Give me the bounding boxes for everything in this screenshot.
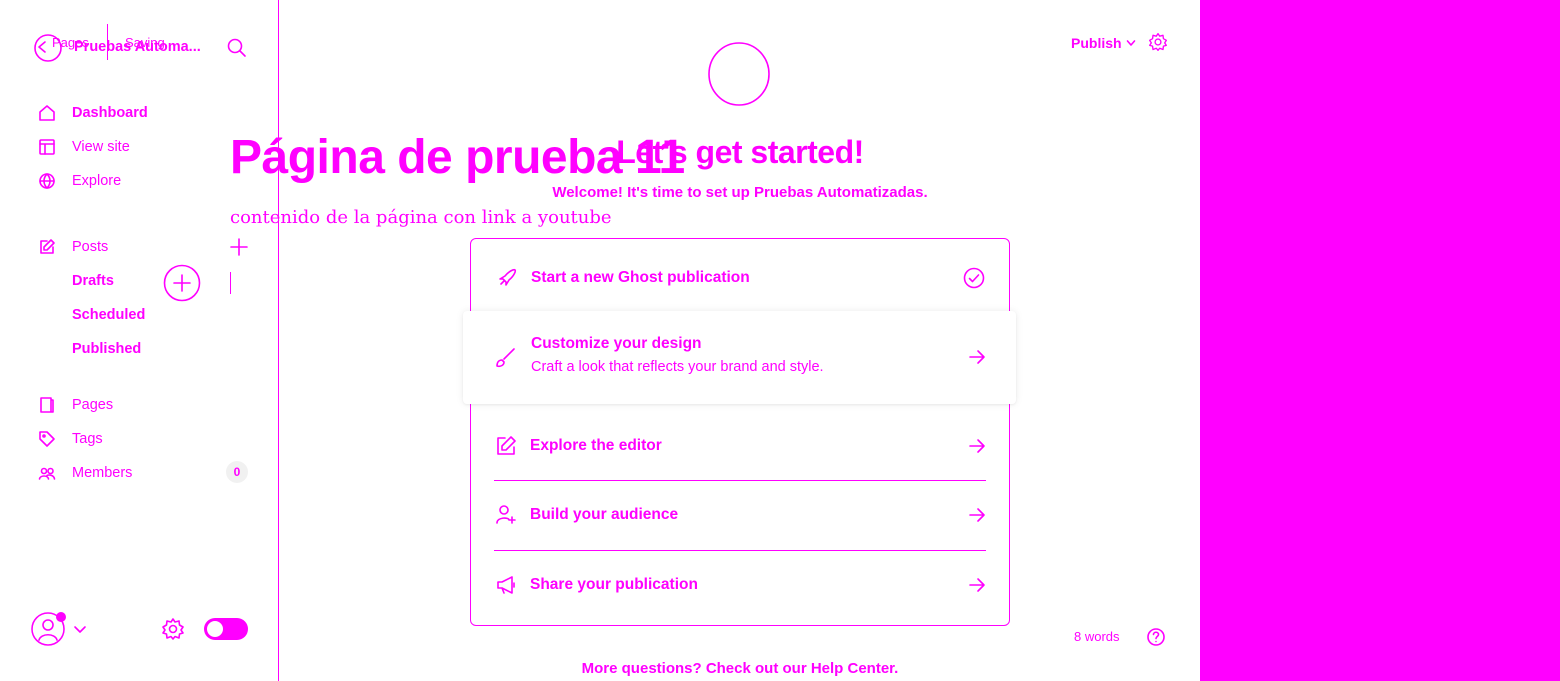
- step-customize-design[interactable]: Customize your design Craft a look that …: [463, 311, 1016, 404]
- tag-icon: [38, 430, 56, 448]
- arrow-right-icon: [968, 506, 986, 524]
- page-icon: [38, 396, 56, 414]
- step-title: Build your audience: [530, 506, 679, 523]
- onboarding-steps-lower: Explore the editor Build your audience S…: [470, 404, 1010, 624]
- onboarding-subtitle: Welcome! It's time to set up Pruebas Aut…: [552, 184, 928, 201]
- step-separator: [494, 480, 986, 481]
- chevron-down-icon: [1126, 38, 1136, 48]
- sidebar-subitem-scheduled[interactable]: Scheduled: [72, 307, 145, 323]
- sidebar-item-label: Dashboard: [72, 105, 148, 121]
- user-add-icon: [494, 504, 518, 526]
- step-separator: [494, 550, 986, 551]
- step-title: Share your publication: [530, 576, 698, 593]
- megaphone-icon: [494, 574, 518, 596]
- search-icon[interactable]: [226, 37, 248, 59]
- chevron-down-icon[interactable]: [73, 622, 87, 636]
- step-share-publication[interactable]: Share your publication: [494, 573, 986, 597]
- edit-icon: [494, 435, 518, 457]
- back-arrow-icon[interactable]: [36, 40, 50, 54]
- text-cursor: [230, 272, 231, 294]
- publish-button[interactable]: Publish: [1071, 35, 1136, 51]
- sidebar-subitem-published[interactable]: Published: [72, 341, 141, 357]
- step-description: Craft a look that reflects your brand an…: [531, 359, 824, 375]
- site-title[interactable]: Pruebas Automa...: [74, 39, 201, 55]
- help-icon[interactable]: [1146, 627, 1166, 647]
- sidebar-item-label: Tags: [72, 431, 103, 447]
- step-title: Customize your design: [531, 335, 702, 352]
- word-count: 8 words: [1074, 629, 1120, 644]
- step-explore-editor[interactable]: Explore the editor: [494, 434, 986, 458]
- rocket-icon: [495, 267, 519, 289]
- settings-gear-icon[interactable]: [161, 617, 185, 641]
- settings-gear-icon[interactable]: [1148, 32, 1168, 52]
- sidebar-item-posts[interactable]: Posts: [38, 236, 108, 258]
- arrow-right-icon: [968, 437, 986, 455]
- page-body-text[interactable]: contenido de la página con link a youtub…: [230, 207, 612, 228]
- sidebar-divider: [278, 0, 279, 681]
- step-start-publication[interactable]: Start a new Ghost publication: [495, 265, 985, 291]
- add-card-button[interactable]: [163, 264, 201, 302]
- arrow-right-icon: [968, 348, 986, 366]
- onboarding-title: Let's get started!: [616, 134, 864, 170]
- home-icon: [38, 104, 56, 122]
- sidebar-item-pages[interactable]: Pages: [38, 394, 113, 416]
- step-title: Start a new Ghost publication: [531, 269, 750, 286]
- members-count-badge: 0: [226, 461, 248, 483]
- right-panel: [1200, 0, 1560, 681]
- toggle-knob: [207, 621, 223, 637]
- avatar[interactable]: [31, 611, 67, 647]
- step-build-audience[interactable]: Build your audience: [494, 503, 986, 527]
- sidebar-item-dashboard[interactable]: Dashboard: [38, 102, 148, 124]
- dark-mode-toggle[interactable]: [204, 618, 248, 640]
- ghost-logo-icon: [706, 40, 772, 108]
- brush-icon: [494, 347, 516, 369]
- sidebar-subitem-drafts[interactable]: Drafts: [72, 273, 114, 289]
- sidebar-item-label: Posts: [72, 239, 109, 255]
- members-icon: [38, 464, 56, 482]
- arrow-right-icon: [968, 576, 986, 594]
- check-circle-icon: [963, 267, 985, 289]
- publish-label: Publish: [1071, 35, 1122, 51]
- sidebar-item-tags[interactable]: Tags: [38, 428, 103, 450]
- edit-icon: [38, 238, 56, 256]
- sidebar-item-members[interactable]: Members: [38, 462, 132, 484]
- step-title: Explore the editor: [530, 437, 662, 454]
- sidebar-item-label: Pages: [72, 397, 114, 413]
- sidebar-item-label: Members: [72, 465, 133, 481]
- new-post-plus-icon[interactable]: [229, 237, 249, 257]
- help-center-link[interactable]: More questions? Check out our Help Cente…: [0, 660, 1480, 677]
